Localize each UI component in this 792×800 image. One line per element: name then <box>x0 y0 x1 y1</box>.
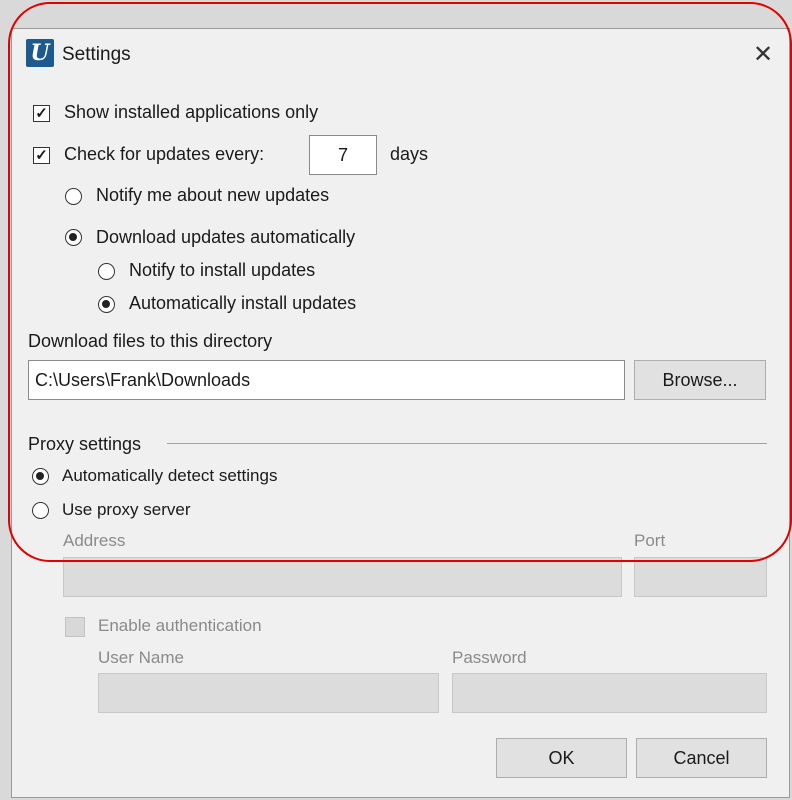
notify-install-radio[interactable] <box>98 263 115 280</box>
settings-dialog: U Settings ✕ ✓ Show installed applicatio… <box>11 28 790 798</box>
download-dir-input[interactable]: C:\Users\Frank\Downloads <box>28 360 625 400</box>
notify-new-updates-label: Notify me about new updates <box>96 185 330 205</box>
auto-install-label: Automatically install updates <box>129 293 357 313</box>
days-label: days <box>390 144 429 164</box>
browse-button[interactable]: Browse... <box>634 360 766 400</box>
enable-auth-checkbox[interactable] <box>65 617 85 637</box>
use-proxy-label: Use proxy server <box>62 500 191 519</box>
port-label: Port <box>634 531 666 550</box>
password-label: Password <box>452 648 527 667</box>
password-input[interactable] <box>452 673 767 713</box>
auto-install-radio[interactable] <box>98 296 115 313</box>
check-updates-label: Check for updates every: <box>64 144 265 164</box>
show-installed-checkbox[interactable]: ✓ <box>33 105 50 122</box>
check-updates-checkbox[interactable]: ✓ <box>33 147 50 164</box>
download-auto-radio[interactable] <box>65 229 82 246</box>
cancel-button[interactable]: Cancel <box>636 738 767 778</box>
show-installed-label: Show installed applications only <box>64 102 319 122</box>
download-dir-label: Download files to this directory <box>28 331 273 351</box>
app-logo-icon: U <box>26 39 54 67</box>
close-icon[interactable]: ✕ <box>745 39 781 71</box>
notify-install-label: Notify to install updates <box>129 260 316 280</box>
title-bar: U Settings ✕ <box>12 29 789 81</box>
group-divider <box>167 443 767 444</box>
username-input[interactable] <box>98 673 439 713</box>
dialog-title: Settings <box>62 44 131 65</box>
address-label: Address <box>63 531 126 550</box>
port-input[interactable] <box>634 557 767 597</box>
ok-button[interactable]: OK <box>496 738 627 778</box>
auto-detect-radio[interactable] <box>32 468 49 485</box>
enable-auth-label: Enable authentication <box>98 616 262 635</box>
auto-detect-label: Automatically detect settings <box>62 466 278 485</box>
proxy-settings-heading: Proxy settings <box>28 434 142 454</box>
download-auto-label: Download updates automatically <box>96 227 356 247</box>
use-proxy-radio[interactable] <box>32 502 49 519</box>
notify-new-updates-radio[interactable] <box>65 188 82 205</box>
address-input[interactable] <box>63 557 622 597</box>
username-label: User Name <box>98 648 184 667</box>
update-days-input[interactable]: 7 <box>309 135 377 175</box>
